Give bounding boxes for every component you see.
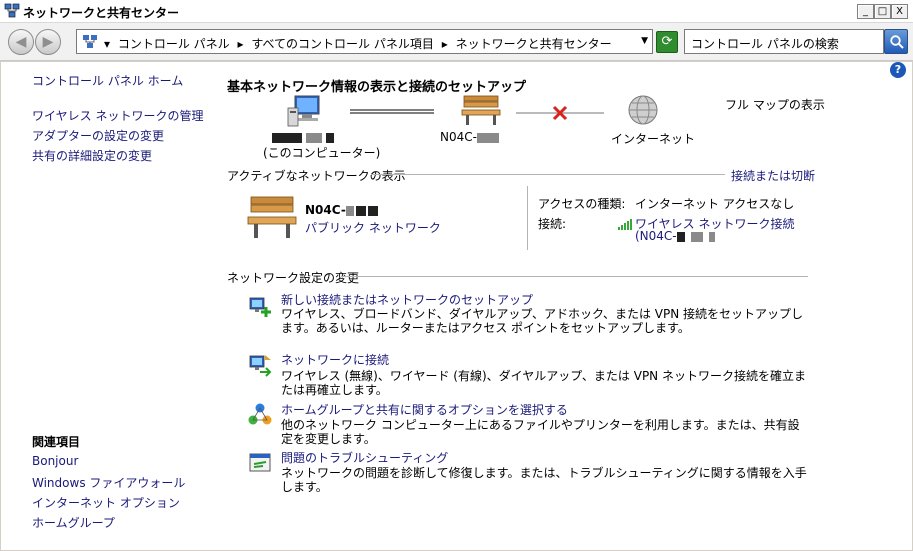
task-new-connection-desc: ワイヤレス、ブロードバンド、ダイヤルアップ、アドホック、または VPN 接続をセ… [281,307,804,335]
breadcrumb-network-center[interactable]: ネットワークと共有センター [456,37,612,51]
breadcrumb-all-items[interactable]: すべてのコントロール パネル項目 [251,37,434,51]
connection-label: 接続: [538,217,567,231]
address-toolbar: ◀ ▶ ▾ コントロール パネル ▸ すべてのコントロール パネル項目 ▸ ネッ… [0,23,913,61]
access-type-label: アクセスの種類: [538,197,626,211]
access-type-value: インターネット アクセスなし [635,197,795,211]
task-troubleshoot-link[interactable]: 問題のトラブルシューティング [281,449,448,466]
computer-label: (このコンピューター) [263,146,381,160]
task-connect-network-link[interactable]: ネットワークに接続 [281,351,389,368]
vertical-divider [527,186,528,250]
close-button[interactable]: X [891,4,908,19]
refresh-button[interactable]: ⟳ [656,31,678,53]
search-input[interactable]: コントロール パネルの検索 [684,29,884,54]
sidebar-item-home[interactable]: コントロール パネル ホーム [32,72,183,89]
search-placeholder: コントロール パネルの検索 [691,37,839,51]
network-name: N04C- [305,203,378,217]
network-map-label: N04C- [440,130,499,144]
sidebar-item-manage-wireless[interactable]: ワイヤレス ネットワークの管理 [32,107,203,124]
homegroup-icon [248,403,272,425]
task-connect-network-desc: ワイヤレス (無線)、ワイヤード (有線)、ダイヤルアップ、または VPN ネッ… [281,369,806,397]
page-title: 基本ネットワーク情報の表示と接続のセットアップ [227,80,527,95]
bench-network-icon [461,95,501,125]
sidebar-item-sharing-settings[interactable]: 共有の詳細設定の変更 [32,147,152,164]
change-settings-heading: ネットワーク設定の変更 [227,271,360,285]
maximize-button[interactable]: □ [874,4,891,19]
back-button[interactable]: ◀ [8,29,34,55]
help-icon[interactable]: ? [890,62,906,78]
refresh-icon: ⟳ [661,34,673,49]
related-item-homegroup[interactable]: ホームグループ [32,514,115,531]
title-bar: ネットワークと共有センター _ □ X [0,0,913,23]
task-new-connection-link[interactable]: 新しい接続またはネットワークのセットアップ [281,291,533,308]
wireless-signal-icon [618,219,632,230]
bench-network-icon-large [247,196,297,238]
connect-network-icon [249,355,272,377]
breadcrumb-control-panel[interactable]: コントロール パネル [118,37,230,51]
connect-disconnect-link[interactable]: 接続または切断 [731,167,815,184]
task-homegroup-desc: 他のネットワーク コンピューター上にあるファイルやプリンターを利用します。または… [281,418,800,446]
back-arrow-icon: ◀ [15,34,27,50]
forward-arrow-icon: ▶ [42,34,54,50]
task-homegroup-link[interactable]: ホームグループと共有に関するオプションを選択する [281,401,568,418]
computer-icon [287,95,320,127]
control-panel-icon [83,35,97,48]
troubleshoot-icon [249,453,271,472]
task-troubleshoot-desc: ネットワークの問題を診断して修復します。または、トラブルシューティングに関する情… [281,466,807,494]
wireless-ssid-link[interactable]: (N04C- [635,229,715,243]
search-icon [890,35,904,49]
breadcrumb: ▾ コントロール パネル ▸ すべてのコントロール パネル項目 ▸ ネットワーク… [104,35,616,52]
breadcrumb-separator-icon[interactable]: ▸ [442,37,448,51]
breadcrumb-separator-icon[interactable]: ▸ [238,37,244,51]
globe-icon [628,95,658,125]
minimize-button[interactable]: _ [857,4,874,19]
main-content: ? コントロール パネル ホーム ワイヤレス ネットワークの管理 アダプターの設… [1,62,912,550]
map-link-line-1 [350,109,434,114]
internet-label: インターネット [611,132,696,146]
network-center-icon [4,3,20,18]
section-divider [341,276,808,277]
network-type-link[interactable]: パブリック ネットワーク [305,219,441,236]
new-connection-icon [249,297,271,317]
breadcrumb-dropdown-icon[interactable]: ▾ [104,37,110,51]
related-item-bonjour[interactable]: Bonjour [32,454,78,468]
related-title: 関連項目 [32,435,81,449]
sidebar-item-adapter-settings[interactable]: アダプターの設定の変更 [32,127,164,144]
related-item-internet-options[interactable]: インターネット オプション [32,494,180,511]
no-internet-x-icon [552,105,568,121]
address-bar[interactable]: ▾ コントロール パネル ▸ すべてのコントロール パネル項目 ▸ ネットワーク… [76,29,653,54]
related-item-firewall[interactable]: Windows ファイアウォール [32,474,185,491]
search-button[interactable] [884,29,908,54]
window-title: ネットワークと共有センター [23,6,180,20]
full-map-link[interactable]: フル マップの表示 [725,96,825,113]
forward-button[interactable]: ▶ [35,29,61,55]
address-dropdown-icon[interactable]: ▼ [641,36,648,46]
computer-name-redacted [272,130,334,144]
active-network-heading: アクティブなネットワークの表示 [227,169,406,183]
section-divider [371,174,725,175]
